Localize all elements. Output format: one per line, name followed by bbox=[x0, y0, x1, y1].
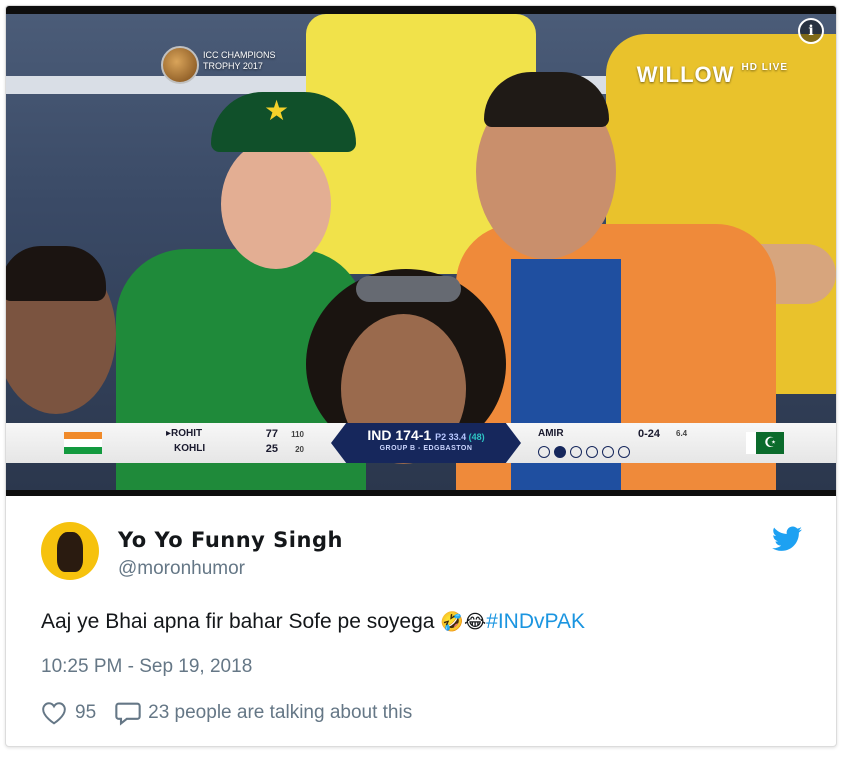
bowler-panel: AMIR 0-24 6.4 bbox=[538, 428, 708, 458]
heart-icon[interactable] bbox=[41, 701, 67, 725]
tweet-text: Aaj ye Bhai apna fir bahar Sofe pe soyeg… bbox=[41, 610, 585, 633]
woman-face bbox=[221, 139, 331, 269]
india-flag-icon bbox=[64, 432, 102, 454]
score-overlay: ▸ROHIT 77 110 KOHLI 25 20 IND 174-1 P2 3… bbox=[6, 423, 836, 463]
ball-dot bbox=[570, 446, 582, 458]
ball-dot bbox=[554, 446, 566, 458]
display-name[interactable]: Yo Yo Funny Singh bbox=[118, 528, 343, 552]
like-count[interactable]: 95 bbox=[75, 702, 96, 724]
tweet-body: Yo Yo Funny Singh @moronhumor Aaj ye Bha… bbox=[6, 496, 836, 746]
conversation-link[interactable]: 23 people are talking about this bbox=[148, 702, 412, 724]
batsman-row: ▸ROHIT 77 110 bbox=[166, 428, 304, 440]
avatar[interactable] bbox=[41, 522, 99, 580]
team-score: IND 174-1 P2 33.4 (48) GROUP B - EDGBAST… bbox=[331, 423, 521, 463]
pakistan-flag-icon: ☪ bbox=[746, 432, 784, 454]
tweet-media-image[interactable]: ★ ICC CHAMPIONS TROPHY 2017 WILLOW HD LI… bbox=[6, 6, 836, 496]
cap-star: ★ bbox=[264, 95, 290, 126]
tears-of-joy-emoji: 😂 bbox=[463, 612, 487, 633]
twitter-bird-icon[interactable] bbox=[772, 526, 802, 552]
rofl-emoji: 🤣 bbox=[440, 612, 464, 633]
batsmen-panel: ▸ROHIT 77 110 KOHLI 25 20 bbox=[166, 428, 306, 458]
event-logo: ICC CHAMPIONS TROPHY 2017 bbox=[161, 44, 301, 90]
tweet-card: ★ ICC CHAMPIONS TROPHY 2017 WILLOW HD LI… bbox=[5, 5, 837, 747]
over-balls bbox=[538, 446, 630, 458]
ball-dot bbox=[538, 446, 550, 458]
batsman-row: KOHLI 25 20 bbox=[174, 443, 304, 455]
ball-dot bbox=[586, 446, 598, 458]
cricket-ball-icon bbox=[161, 46, 199, 84]
info-icon[interactable]: i bbox=[798, 18, 824, 44]
avatar-face bbox=[57, 532, 83, 572]
broadcaster-logo: WILLOW HD LIVE bbox=[636, 62, 788, 87]
comment-icon[interactable] bbox=[114, 700, 142, 726]
tweet-actions: 95 23 people are talking about this bbox=[41, 700, 430, 726]
user-handle[interactable]: @moronhumor bbox=[118, 558, 245, 580]
tweet-timestamp[interactable]: 10:25 PM - Sep 19, 2018 bbox=[41, 656, 252, 678]
sunglasses bbox=[356, 276, 461, 302]
ball-dot bbox=[618, 446, 630, 458]
left-spectator-hair bbox=[6, 246, 106, 301]
hashtag-link[interactable]: #INDvPAK bbox=[486, 610, 585, 633]
ball-dot bbox=[602, 446, 614, 458]
